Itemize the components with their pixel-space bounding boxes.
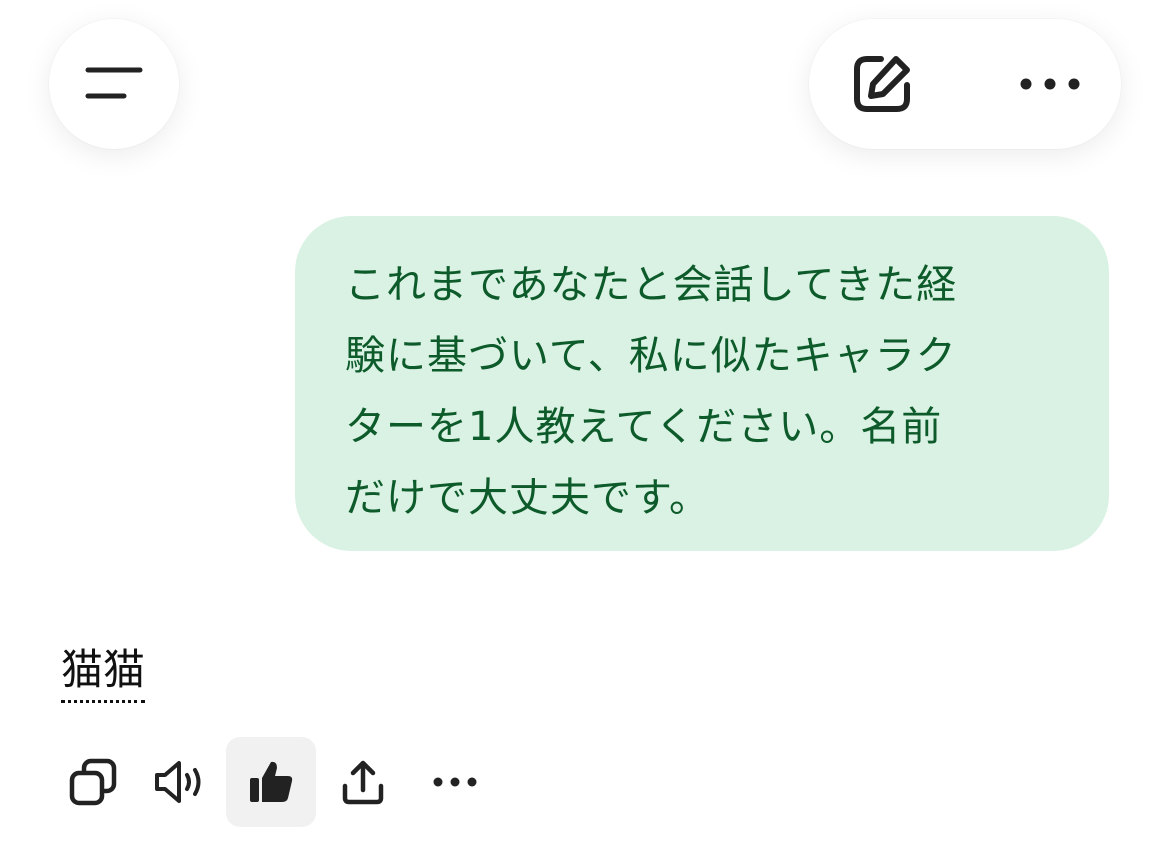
more-options-button[interactable] — [985, 19, 1115, 149]
message-more-button[interactable] — [410, 737, 500, 827]
speaker-icon — [155, 761, 201, 803]
user-message-line: だけで大丈夫です。 — [345, 475, 710, 521]
new-chat-button[interactable] — [817, 19, 947, 149]
more-horizontal-icon — [433, 777, 477, 787]
thumbs-up-button[interactable] — [226, 737, 316, 827]
share-icon — [342, 760, 384, 805]
menu-lines-icon — [85, 67, 143, 99]
copy-icon — [69, 758, 117, 806]
header-actions — [809, 19, 1121, 149]
menu-button[interactable] — [49, 19, 179, 149]
chat-screen: これまであなたと会話してきた経 験に基づいて、私に似たキャラク ターを1人教えて… — [0, 0, 1169, 859]
user-message-line: ターを1人教えてください。名前 — [345, 404, 943, 450]
user-message-bubble: これまであなたと会話してきた経 験に基づいて、私に似たキャラク ターを1人教えて… — [295, 216, 1109, 551]
share-button[interactable] — [318, 737, 408, 827]
edit-square-icon — [854, 56, 910, 112]
more-horizontal-icon — [1020, 78, 1080, 90]
read-aloud-button[interactable] — [134, 737, 224, 827]
user-message-line: これまであなたと会話してきた経 — [345, 262, 958, 308]
copy-button[interactable] — [48, 737, 138, 827]
thumbs-up-icon — [250, 761, 293, 802]
user-message-line: 験に基づいて、私に似たキャラク — [345, 333, 957, 379]
assistant-reply-text[interactable]: 猫猫 — [61, 640, 146, 703]
